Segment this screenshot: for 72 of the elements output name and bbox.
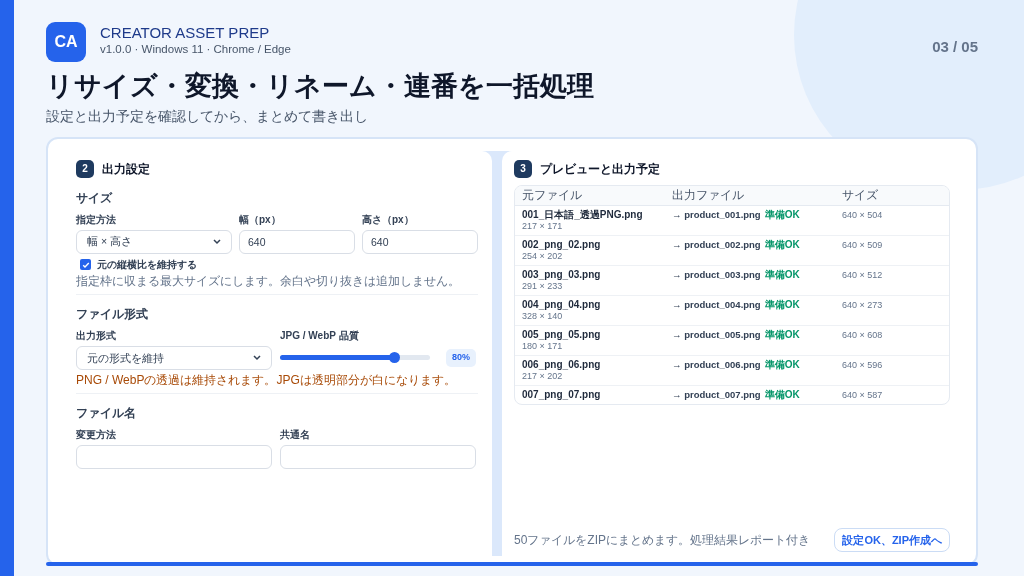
source-filename: 004_png_04.png <box>522 298 602 311</box>
hint-text: 指定枠に収まる最大サイズにします。余白や切り抜きは追加しません。 <box>76 273 461 288</box>
source-filename: 002_png_02.png <box>522 238 602 251</box>
source-filename: 007_png_07.png <box>522 388 602 401</box>
source-filename: 003_png_03.png <box>522 268 602 281</box>
source-dimensions: 180 × 171 <box>522 340 564 352</box>
chevron-down-icon <box>213 238 221 245</box>
footer-note: 50ファイルをZIPにまとめます。処理結果レポート付き <box>514 532 810 549</box>
height-input[interactable]: 640 <box>362 229 478 254</box>
source-dimensions: 217 × 171 <box>522 220 564 232</box>
output-filename: → product_003.png <box>672 268 761 281</box>
field-label: 指定方法 <box>76 213 117 226</box>
section-label: サイズ <box>76 190 112 205</box>
status-label: 準備OK <box>764 328 800 341</box>
slide-title: リサイズ・変換・リネーム・連番を一括処理 <box>46 70 595 103</box>
checkbox-label: 元の縦横比を維持する <box>97 258 197 271</box>
version-info: v1.0.0 · Windows 11 · Chrome / Edge <box>100 44 291 56</box>
format-note: PNG / WebPの透過は維持されます。JPGは透明部分が白になります。 <box>76 372 457 387</box>
column-header: サイズ <box>842 188 879 203</box>
status-label: 準備OK <box>764 268 800 281</box>
chevron-down-icon <box>253 354 261 361</box>
keep-ratio-checkbox[interactable] <box>80 259 91 271</box>
source-filename: 001_日本語_透過PNG.png <box>522 208 644 221</box>
slide-subtitle: 設定と出力予定を確認してから、まとめて書き出し <box>46 106 369 126</box>
output-filename: → product_005.png <box>672 328 761 341</box>
source-filename: 006_png_06.png <box>522 358 602 371</box>
column-header: 元ファイル <box>522 188 583 203</box>
source-dimensions: 254 × 202 <box>522 250 564 262</box>
step-number: 2 <box>76 159 94 178</box>
status-label: 準備OK <box>764 388 800 401</box>
output-dimensions: 640 × 512 <box>842 268 884 281</box>
output-filename: → product_001.png <box>672 208 761 221</box>
field-label: 変更方法 <box>76 428 117 441</box>
status-label: 準備OK <box>764 238 800 251</box>
field-label: 高さ（px） <box>362 213 415 226</box>
column-header: 出力ファイル <box>672 188 745 203</box>
field-label: 出力形式 <box>76 329 117 342</box>
output-filename: → product_007.png <box>672 388 761 401</box>
source-dimensions: 217 × 202 <box>522 370 564 382</box>
step-number: 3 <box>514 159 532 178</box>
format-select[interactable]: 元の形式を維持 <box>76 345 272 370</box>
output-dimensions: 640 × 509 <box>842 238 884 251</box>
app-name: CREATOR ASSET PREP <box>100 25 271 40</box>
status-label: 準備OK <box>764 208 800 221</box>
output-filename: → product_002.png <box>672 238 761 251</box>
output-dimensions: 640 × 587 <box>842 388 884 401</box>
quality-value: 80% <box>446 349 476 367</box>
source-filename: 005_png_05.png <box>522 328 602 341</box>
status-label: 準備OK <box>764 358 800 371</box>
output-dimensions: 640 × 273 <box>842 298 884 311</box>
source-dimensions: 291 × 233 <box>522 280 564 292</box>
output-dimensions: 640 × 596 <box>842 358 884 371</box>
common-name-input[interactable] <box>280 444 476 469</box>
panel-heading: プレビューと出力予定 <box>540 160 660 178</box>
status-label: 準備OK <box>764 298 800 311</box>
section-label: ファイル名 <box>76 405 136 420</box>
output-filename: → product_004.png <box>672 298 761 311</box>
section-label: ファイル形式 <box>76 306 148 321</box>
source-dimensions: 328 × 140 <box>522 310 564 322</box>
field-label: 共通名 <box>280 428 311 441</box>
output-dimensions: 640 × 608 <box>842 328 884 341</box>
panel-heading: 出力設定 <box>102 160 150 178</box>
app-logo: CA <box>46 22 86 62</box>
field-label: 幅（px） <box>239 213 282 226</box>
size-method-select[interactable]: 幅 × 高さ <box>76 229 232 254</box>
output-dimensions: 640 × 504 <box>842 208 884 221</box>
field-label: JPG / WebP 品質 <box>280 329 360 342</box>
width-input[interactable]: 640 <box>239 229 355 254</box>
output-filename: → product_006.png <box>672 358 761 371</box>
page-counter: 03 / 05 <box>932 37 978 57</box>
create-zip-button[interactable]: 設定OK、ZIP作成へ <box>834 528 950 552</box>
quality-slider[interactable] <box>280 351 430 364</box>
